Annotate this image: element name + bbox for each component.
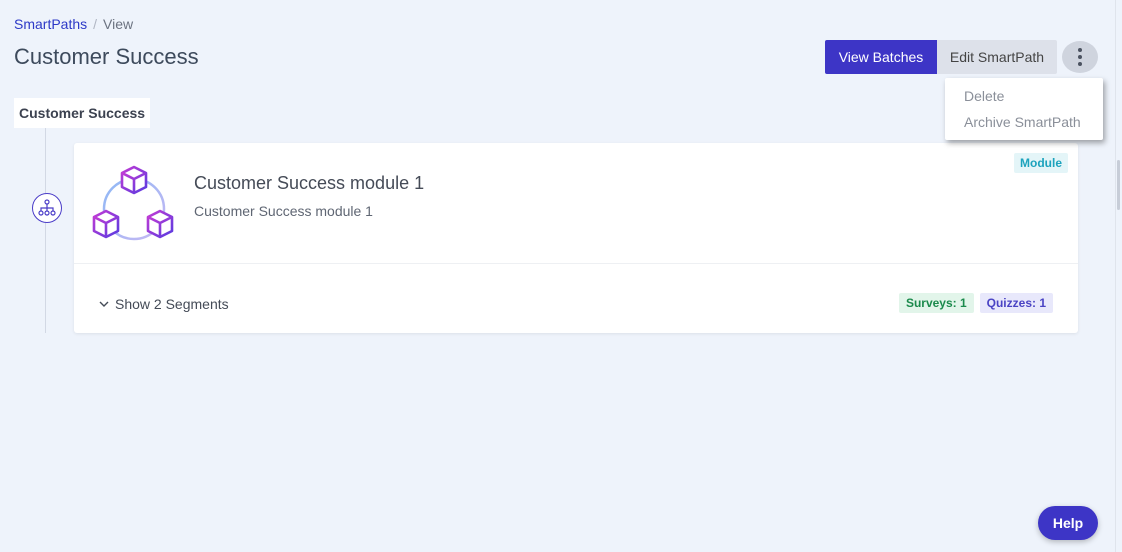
more-actions-menu: Delete Archive SmartPath bbox=[945, 78, 1103, 140]
kebab-vertical-icon[interactable] bbox=[1062, 41, 1098, 73]
module-card: Customer Success module 1 Customer Succe… bbox=[74, 143, 1078, 333]
module-title[interactable]: Customer Success module 1 bbox=[194, 173, 424, 194]
show-segments-toggle[interactable]: Show 2 Segments bbox=[98, 296, 229, 312]
menu-item-delete[interactable]: Delete bbox=[945, 87, 1103, 113]
help-button[interactable]: Help bbox=[1038, 506, 1098, 540]
page-title: Customer Success bbox=[14, 44, 199, 69]
timeline-line bbox=[45, 128, 46, 333]
breadcrumb-separator: / bbox=[93, 16, 98, 32]
breadcrumb-smartpaths-link[interactable]: SmartPaths bbox=[14, 16, 87, 32]
header-actions: View Batches Edit SmartPath bbox=[825, 40, 1098, 74]
module-card-header: Customer Success module 1 Customer Succe… bbox=[74, 143, 1078, 264]
module-description: Customer Success module 1 bbox=[194, 203, 373, 219]
surveys-count-tag: Surveys: 1 bbox=[898, 293, 974, 313]
scrollbar-thumb[interactable] bbox=[1117, 160, 1120, 210]
path-name-label: Customer Success bbox=[14, 98, 151, 128]
module-type-badge: Module bbox=[1014, 153, 1068, 173]
breadcrumb-current: View bbox=[103, 16, 134, 32]
scrollbar-track[interactable] bbox=[1115, 0, 1122, 552]
module-tags: Surveys: 1 Quizzes: 1 bbox=[898, 293, 1053, 313]
breadcrumb: SmartPaths / View bbox=[14, 16, 133, 32]
edit-smartpath-button[interactable]: Edit SmartPath bbox=[937, 40, 1057, 74]
show-segments-label: Show 2 Segments bbox=[115, 296, 229, 312]
chevron-down-icon bbox=[99, 301, 109, 307]
quizzes-count-tag: Quizzes: 1 bbox=[979, 293, 1053, 313]
sitemap-icon bbox=[32, 193, 62, 223]
module-cubes-graphic bbox=[92, 161, 176, 245]
view-batches-button[interactable]: View Batches bbox=[825, 40, 937, 74]
menu-item-archive-smartpath[interactable]: Archive SmartPath bbox=[945, 113, 1103, 139]
